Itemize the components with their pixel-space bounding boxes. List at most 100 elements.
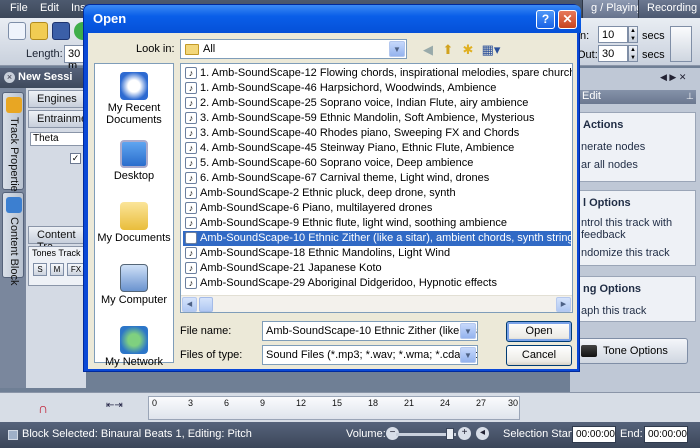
control-track-link[interactable]: ntrol this track with: [581, 217, 672, 229]
length-label: Length:: [26, 48, 63, 60]
files-of-type-select[interactable]: Sound Files (*.mp3; *.wav; *.wma; *.cda;…: [262, 345, 478, 365]
fade-in-spinner[interactable]: ▲ ▼: [628, 26, 638, 43]
tick-label: 12: [296, 398, 307, 408]
back-icon[interactable]: ◀: [420, 42, 436, 58]
theta-select[interactable]: Theta: [30, 132, 86, 146]
pin-icon[interactable]: ⊥: [686, 91, 694, 102]
volume-slider-thumb[interactable]: [446, 428, 454, 440]
list-item[interactable]: ♪ Amb-SoundScape-18 Ethnic Mandolins, Lig…: [183, 246, 571, 261]
tab-content-block[interactable]: Content Block: [2, 192, 24, 285]
fade-in-unit: secs: [642, 30, 665, 42]
music-file-icon: ♪: [185, 247, 197, 259]
tab-track-properties[interactable]: Track Properties: [2, 92, 24, 197]
place-my-network[interactable]: My Network: [95, 326, 173, 368]
fade-in-input[interactable]: 10: [598, 26, 628, 43]
mute-button[interactable]: M: [50, 263, 64, 276]
close-session-icon[interactable]: ×: [4, 72, 15, 83]
save-icon[interactable]: [52, 22, 70, 40]
list-item[interactable]: ♪ Amb-SoundScape-9 Ethnic flute, light wi…: [183, 216, 571, 231]
control-options-section: l Options ntrol this track with feedback…: [574, 190, 696, 266]
graph-track-link[interactable]: aph this track: [581, 305, 646, 317]
list-item[interactable]: ♪ Amb-SoundScape-21 Japanese Koto: [183, 261, 571, 276]
tick-label: 27: [476, 398, 487, 408]
list-item-selected[interactable]: ♪ Amb-SoundScape-10 Ethnic Zither (like a…: [183, 231, 572, 246]
solo-button[interactable]: S: [33, 263, 47, 276]
my-documents-icon: [120, 202, 148, 230]
feedback-link[interactable]: feedback: [581, 229, 626, 241]
new-file-icon[interactable]: [8, 22, 26, 40]
up-folder-icon[interactable]: ⬆: [440, 42, 456, 58]
selection-end-label: End:: [620, 428, 643, 440]
content-track-tab[interactable]: Content Tra: [28, 226, 86, 253]
file-list[interactable]: ♪ 1. Amb-SoundScape-12 Flowing chords, in…: [180, 63, 573, 313]
list-item[interactable]: ♪ 1. Amb-SoundScape-46 Harpsichord, Woodw…: [183, 81, 571, 96]
graphing-options-title: ng Options: [583, 283, 642, 295]
tab-recording[interactable]: Recording: [638, 0, 700, 18]
fade-out-spinner[interactable]: ▲ ▼: [628, 45, 638, 62]
fade-out-unit: secs: [642, 49, 665, 61]
list-item[interactable]: ♪ 6. Amb-SoundScape-67 Carnival theme, Li…: [183, 171, 571, 186]
music-file-icon: ♪: [185, 262, 197, 274]
engine-checkbox[interactable]: ✓: [70, 153, 81, 164]
magnet-icon[interactable]: ∩: [38, 400, 48, 416]
fade-out-input[interactable]: 30: [598, 45, 628, 62]
tone-options-button[interactable]: Tone Options: [574, 338, 688, 364]
file-name-input[interactable]: Amb-SoundScape-10 Ethnic Zither (like a …: [262, 321, 478, 341]
menu-edit[interactable]: Edit: [40, 2, 59, 14]
list-item[interactable]: ♪ 4. Amb-SoundScape-45 Steinway Piano, Et…: [183, 141, 571, 156]
file-name-label: File name:: [180, 325, 232, 337]
chevron-down-icon[interactable]: ▼: [389, 41, 405, 57]
close-button[interactable]: ✕: [558, 10, 577, 29]
entrainment-tab[interactable]: Entrainmen: [28, 110, 93, 128]
speaker-icon[interactable]: ◂: [476, 427, 489, 440]
dialog-body: Look in: All ▼ ◀ ⬆ ✱ ▦▾ My Recent Docume…: [88, 33, 577, 369]
look-in-dropdown[interactable]: All ▼: [180, 39, 407, 59]
scrollbar-thumb[interactable]: [199, 297, 213, 312]
place-recent-documents[interactable]: My Recent Documents: [95, 72, 173, 126]
help-button[interactable]: ?: [536, 10, 555, 29]
list-item[interactable]: ♪ 1. Amb-SoundScape-12 Flowing chords, in…: [183, 66, 572, 81]
panel-nav-icons[interactable]: ◀ ▶ ✕: [660, 72, 686, 83]
dialog-title-bar[interactable]: Open: [84, 5, 581, 33]
scroll-right-icon[interactable]: ▶: [556, 297, 571, 312]
randomize-track-link[interactable]: ndomize this track: [581, 247, 670, 259]
scroll-handle[interactable]: [670, 26, 692, 62]
scroll-left-icon[interactable]: ◀: [182, 297, 197, 312]
chevron-down-icon[interactable]: ▼: [460, 323, 476, 339]
horizontal-scrollbar[interactable]: ◀ ▶: [181, 295, 572, 312]
view-menu-icon[interactable]: ▦▾: [480, 42, 502, 58]
list-item[interactable]: ♪ 3. Amb-SoundScape-59 Ethnic Mandolin, S…: [183, 111, 571, 126]
menu-file[interactable]: File: [10, 2, 28, 14]
zoom-fit-icon[interactable]: ⇤⇥: [106, 400, 123, 411]
open-folder-icon[interactable]: [30, 22, 48, 40]
list-item[interactable]: ♪ 5. Amb-SoundScape-60 Soprano voice, Dee…: [183, 156, 571, 171]
new-folder-icon[interactable]: ✱: [460, 42, 476, 58]
volume-up-icon[interactable]: +: [458, 427, 471, 440]
list-item[interactable]: ♪ 3. Amb-SoundScape-40 Rhodes piano, Swee…: [183, 126, 571, 141]
music-file-icon: ♪: [185, 142, 197, 154]
list-item[interactable]: ♪ Amb-SoundScape-2 Ethnic pluck, deep dro…: [183, 186, 571, 201]
graphing-options-section: ng Options aph this track: [574, 276, 696, 322]
place-desktop[interactable]: Desktop: [95, 140, 173, 182]
engines-tab[interactable]: Engines: [28, 90, 86, 108]
clear-nodes-link[interactable]: ar all nodes: [581, 159, 638, 171]
list-item[interactable]: ♪ 2. Amb-SoundScape-25 Soprano voice, Ind…: [183, 96, 571, 111]
folder-icon: [185, 44, 199, 55]
generate-nodes-link[interactable]: nerate nodes: [581, 141, 645, 153]
content-block-icon: [6, 197, 22, 213]
recent-documents-icon: [120, 72, 148, 100]
place-my-computer[interactable]: My Computer: [95, 264, 173, 306]
selection-start-label: Selection Start:: [503, 428, 578, 440]
music-file-icon: ♪: [185, 112, 197, 124]
place-my-documents[interactable]: My Documents: [95, 202, 173, 244]
list-item[interactable]: ♪ Amb-SoundScape-6 Piano, multilayered dr…: [183, 201, 571, 216]
chevron-down-icon[interactable]: ▼: [460, 347, 476, 363]
look-in-value: All: [203, 43, 216, 55]
open-button[interactable]: Open: [506, 321, 572, 342]
selection-end-field[interactable]: 00:00:00: [644, 426, 688, 443]
cancel-button[interactable]: Cancel: [506, 345, 572, 366]
dialog-title: Open: [93, 11, 127, 26]
music-file-icon: ♪: [185, 187, 197, 199]
list-item[interactable]: ♪ Amb-SoundScape-29 Aboriginal Didgeridoo…: [183, 276, 571, 291]
selection-start-field[interactable]: 00:00:00: [572, 426, 616, 443]
